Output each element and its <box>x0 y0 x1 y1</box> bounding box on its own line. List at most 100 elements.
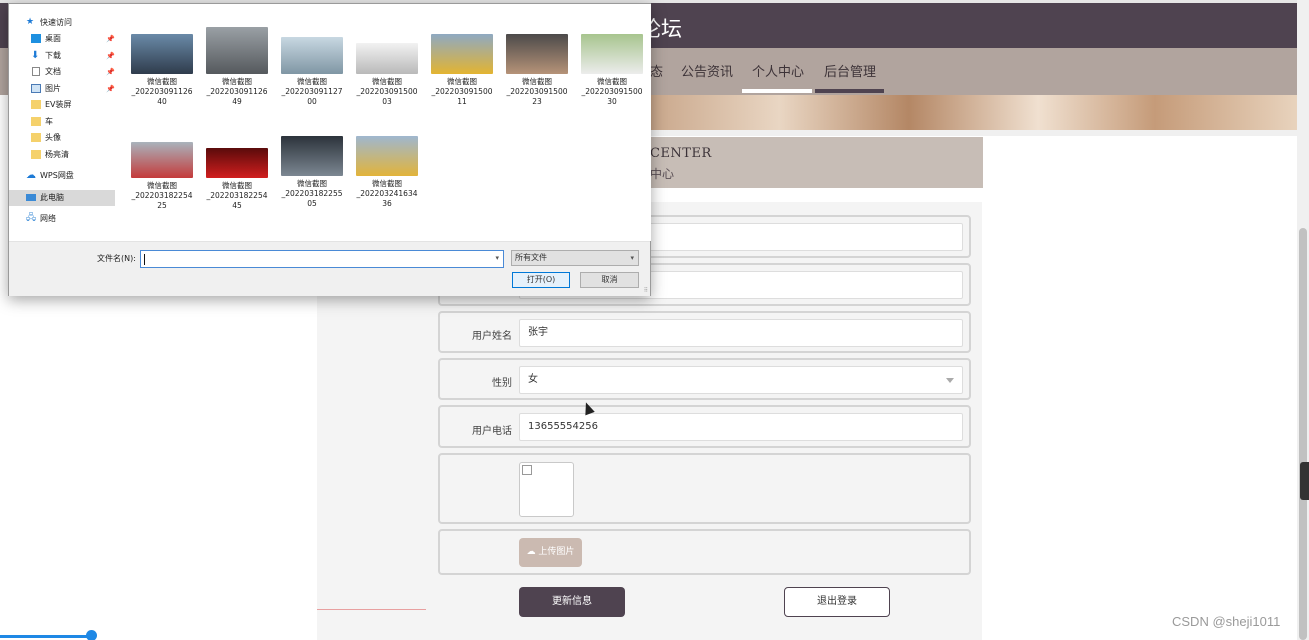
file-name-line: 30 <box>607 97 617 106</box>
section-title: CENTER 中心 <box>650 137 983 188</box>
file-open-dialog: ★ 快速访问 桌面 📌 ⬇ 下载 📌 文档 📌 图片 📌 EV装屏 车 头像 杨… <box>8 3 651 296</box>
file-name-line: 微信截图 <box>297 179 327 188</box>
nav-node-folder-name[interactable]: 杨亮清 <box>9 147 115 163</box>
nav-node-desktop[interactable]: 桌面 📌 <box>9 31 115 47</box>
file-thumbnail[interactable]: 微信截图 _202203091127 00 <box>279 37 345 107</box>
pin-icon: 📌 <box>106 35 115 43</box>
star-icon: ★ <box>26 17 35 27</box>
progress-track[interactable] <box>0 635 95 638</box>
image-thumbnail <box>581 34 643 74</box>
resize-grip-icon[interactable]: ⠿ <box>644 287 648 294</box>
file-thumbnail[interactable]: 微信截图 _202203241634 36 <box>354 136 420 209</box>
folder-icon <box>31 100 41 109</box>
file-name-line: _202203091500 <box>506 87 568 96</box>
broken-image-icon <box>522 465 532 475</box>
file-thumbnail[interactable]: 微信截图 _202203182254 45 <box>204 148 270 211</box>
nav-item-partial[interactable]: 态 <box>650 61 663 80</box>
file-name-line: 微信截图 <box>222 77 252 86</box>
file-thumbnail[interactable]: 微信截图 _202203091500 23 <box>504 34 570 107</box>
file-name-line: _202203182255 <box>281 189 343 198</box>
nav-node-folder-avatar[interactable]: 头像 <box>9 130 115 146</box>
nav-node-label: 文档 <box>45 67 61 76</box>
file-thumbnail[interactable]: 微信截图 _202203182255 05 <box>279 136 345 209</box>
file-thumbnail[interactable]: 微信截图 _202203182254 25 <box>129 142 195 211</box>
file-thumbnail[interactable]: 微信截图 _202203091500 03 <box>354 43 420 107</box>
file-name-line: 微信截图 <box>597 77 627 86</box>
sidebar-background <box>317 296 426 640</box>
page-scrollbar[interactable] <box>1297 0 1309 640</box>
file-name-line: 微信截图 <box>372 77 402 86</box>
nav-node-documents[interactable]: 文档 📌 <box>9 64 115 80</box>
nav-node-this-pc[interactable]: 此电脑 <box>9 190 115 206</box>
scrollbar-thumb[interactable] <box>1299 228 1307 640</box>
file-name-line: 23 <box>532 97 542 106</box>
file-name-line: 微信截图 <box>522 77 552 86</box>
form-row: 性别 女 <box>438 358 971 400</box>
nav-node-quick-access[interactable]: ★ 快速访问 <box>9 15 115 31</box>
nav-node-downloads[interactable]: ⬇ 下载 📌 <box>9 48 115 64</box>
pin-icon: 📌 <box>106 85 115 93</box>
filetype-value: 所有文件 <box>515 253 547 262</box>
image-thumbnail <box>206 27 268 74</box>
nav-node-pictures[interactable]: 图片 📌 <box>9 81 115 97</box>
folder-icon <box>31 117 41 126</box>
form-row: 用户姓名 张宇 <box>438 311 971 353</box>
update-info-button[interactable]: 更新信息 <box>519 587 625 617</box>
nav-item-personal-center[interactable]: 个人中心 <box>752 61 804 80</box>
file-name-line: _202203091126 <box>206 87 268 96</box>
file-name-line: 40 <box>157 97 167 106</box>
image-thumbnail <box>131 142 193 178</box>
nav-hover-indicator <box>815 89 884 93</box>
nav-item-admin[interactable]: 后台管理 <box>824 61 876 80</box>
file-name-line: 00 <box>307 97 317 106</box>
nav-node-folder-car[interactable]: 车 <box>9 114 115 130</box>
side-tab-widget[interactable] <box>1300 462 1309 500</box>
dialog-file-list: 微信截图 _202203091126 40 微信截图 _202203091126… <box>123 4 651 241</box>
filename-input[interactable]: ▾ <box>140 250 504 268</box>
upload-image-button[interactable]: ☁ 上传图片 <box>519 538 582 567</box>
file-thumbnail[interactable]: 微信截图 _202203091500 30 <box>579 34 645 107</box>
nav-node-folder-ev[interactable]: EV装屏 <box>9 97 115 113</box>
file-name-line: _202203182254 <box>206 191 268 200</box>
file-thumbnail[interactable]: 微信截图 _202203091500 11 <box>429 34 495 107</box>
document-icon <box>32 67 40 76</box>
nav-node-label: 头像 <box>45 133 61 142</box>
logout-button[interactable]: 退出登录 <box>784 587 890 617</box>
form-row <box>438 453 971 524</box>
file-name-line: 11 <box>457 97 467 106</box>
form-row: ☁ 上传图片 <box>438 529 971 575</box>
file-name-line: 微信截图 <box>147 77 177 86</box>
nav-node-wps-drive[interactable]: ☁ WPS网盘 <box>9 168 115 184</box>
file-name-line: 微信截图 <box>447 77 477 86</box>
dialog-nav-pane: ★ 快速访问 桌面 📌 ⬇ 下载 📌 文档 📌 图片 📌 EV装屏 车 头像 杨… <box>9 4 117 241</box>
folder-icon <box>31 133 41 142</box>
computer-icon <box>26 194 36 201</box>
nav-node-network[interactable]: 🖧 网络 <box>9 211 115 227</box>
open-button[interactable]: 打开(O) <box>512 272 570 288</box>
watermark: CSDN @sheji1011 <box>1172 614 1281 629</box>
text-caret <box>144 254 145 265</box>
nav-item-announcements[interactable]: 公告资讯 <box>681 61 733 80</box>
username-input[interactable]: 张宇 <box>519 319 963 347</box>
cloud-icon: ☁ <box>26 170 36 181</box>
nav-node-label: 网络 <box>40 214 56 223</box>
avatar-preview <box>519 462 574 517</box>
progress-knob[interactable] <box>86 630 97 640</box>
nav-node-label: 此电脑 <box>40 193 64 202</box>
nav-node-label: 快速访问 <box>40 18 72 27</box>
gender-label: 性别 <box>492 378 512 389</box>
file-thumbnail[interactable]: 微信截图 _202203091126 49 <box>204 27 270 107</box>
image-thumbnail <box>281 37 343 74</box>
filetype-select[interactable]: 所有文件 ▾ <box>511 250 639 266</box>
file-name-line: _202203091500 <box>431 87 493 96</box>
section-title-en: CENTER <box>650 146 712 161</box>
chevron-down-icon[interactable]: ▾ <box>495 254 499 262</box>
desktop-icon <box>31 34 41 43</box>
gender-select[interactable]: 女 <box>519 366 963 394</box>
file-thumbnail[interactable]: 微信截图 _202203091126 40 <box>129 34 195 107</box>
cancel-button[interactable]: 取消 <box>580 272 639 288</box>
gender-value: 女 <box>528 374 538 385</box>
image-thumbnail <box>281 136 343 176</box>
phone-input[interactable]: 13655554256 <box>519 413 963 441</box>
image-thumbnail <box>356 43 418 74</box>
